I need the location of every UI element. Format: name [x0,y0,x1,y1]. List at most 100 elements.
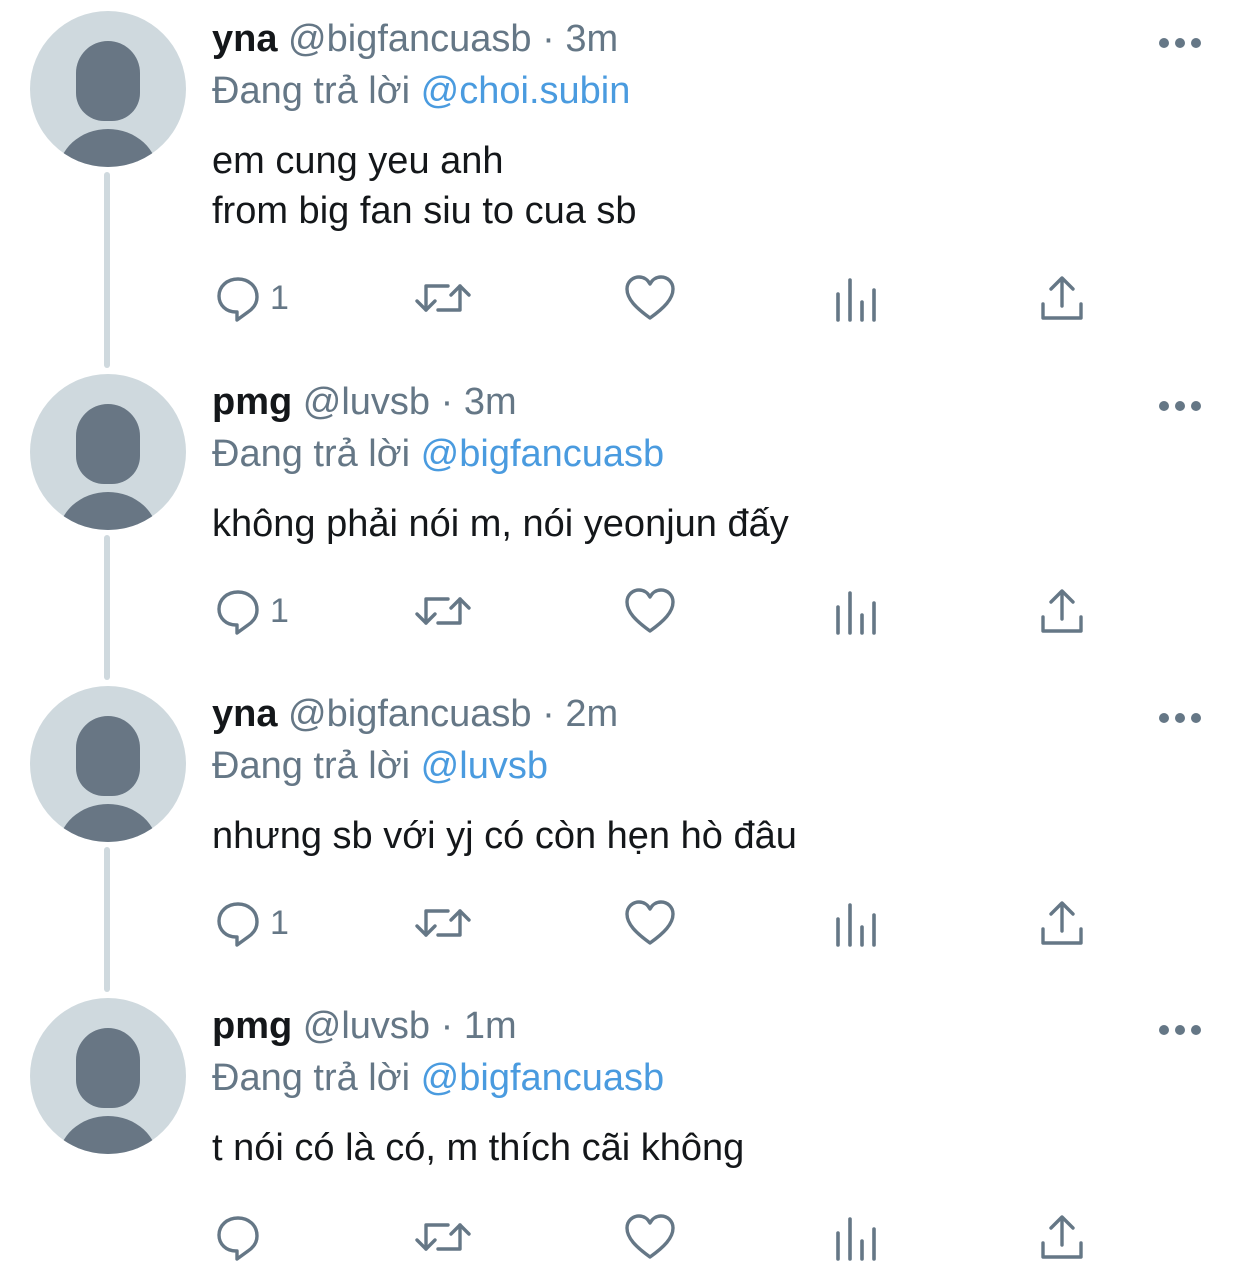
analytics-button[interactable] [834,581,878,641]
more-icon[interactable] [1158,36,1202,48]
reply-count: 1 [270,903,289,942]
avatar[interactable] [30,998,186,1154]
tweet-header: yna @bigfancuasb · 2m [212,691,618,737]
analytics-button[interactable] [834,893,878,953]
tweet-text-line: không phải nói m, nói yeonjun đấy [212,503,789,545]
share-icon [1040,587,1084,635]
reply-count: 1 [270,591,289,630]
analytics-button[interactable] [834,1207,878,1267]
avatar-shoulders [58,804,158,842]
tweet-header: pmg @luvsb · 1m [212,1003,517,1049]
share-button[interactable] [1040,1207,1084,1267]
user-handle[interactable]: @luvsb [303,381,430,423]
avatar-head [76,1028,140,1108]
avatar[interactable] [30,11,186,167]
mention-link[interactable]: @luvsb [421,745,548,787]
avatar-head [76,716,140,796]
share-button[interactable] [1040,268,1084,328]
tweet[interactable]: yna @bigfancuasb · 3m Đang trả lời @choi… [0,0,1242,322]
reply-button[interactable]: 1 [214,893,289,953]
timestamp[interactable]: 3m [565,18,618,60]
reply-button[interactable] [214,1207,270,1267]
like-icon [624,587,676,635]
reply-button[interactable]: 1 [214,268,289,328]
share-button[interactable] [1040,893,1084,953]
tweet-text-line: from big fan siu to cua sb [212,190,637,232]
action-bar: 1 [0,581,1242,641]
like-button[interactable] [624,268,676,328]
retweet-icon [414,587,472,635]
replying-to-label: Đang trả lời [212,1057,411,1099]
separator: · [542,693,555,735]
retweet-button[interactable] [414,268,472,328]
analytics-icon [834,587,878,635]
like-button[interactable] [624,581,676,641]
avatar-shoulders [58,492,158,530]
timestamp[interactable]: 1m [464,1005,517,1047]
retweet-icon [414,1213,472,1261]
separator: · [542,18,555,60]
analytics-icon [834,899,878,947]
separator: · [440,1005,454,1047]
tweet-text: em cung yeu anh from big fan siu to cua … [212,136,637,236]
reply-button[interactable]: 1 [214,581,289,641]
share-icon [1040,274,1084,322]
avatar[interactable] [30,686,186,842]
timestamp[interactable]: 3m [464,381,517,423]
replying-to: Đang trả lời @bigfancuasb [212,431,664,477]
analytics-icon [834,274,878,322]
avatar-head [76,404,140,484]
tweet[interactable]: pmg @luvsb · 1m Đang trả lời @bigfancuas… [0,987,1242,1266]
mention-link[interactable]: @bigfancuasb [421,433,665,475]
avatar-shoulders [58,129,158,167]
display-name[interactable]: pmg [212,1005,292,1047]
like-button[interactable] [624,1207,676,1267]
avatar-shoulders [58,1116,158,1154]
replying-to-label: Đang trả lời [212,433,411,475]
share-button[interactable] [1040,581,1084,641]
replying-to: Đang trả lời @choi.subin [212,68,630,114]
tweet-text: t nói có là có, m thích cãi không [212,1123,744,1173]
retweet-icon [414,899,472,947]
reply-icon [214,274,262,322]
analytics-icon [834,1213,878,1261]
display-name[interactable]: pmg [212,381,292,423]
retweet-icon [414,274,472,322]
reply-count: 1 [270,278,289,317]
tweet-header: pmg @luvsb · 3m [212,379,517,425]
tweet-text-line: em cung yeu anh [212,140,504,182]
replying-to: Đang trả lời @bigfancuasb [212,1055,664,1101]
retweet-button[interactable] [414,581,472,641]
tweet[interactable]: pmg @luvsb · 3m Đang trả lời @bigfancuas… [0,363,1242,675]
share-icon [1040,1213,1084,1261]
replying-to-label: Đang trả lời [212,745,411,787]
display-name[interactable]: yna [212,693,277,735]
user-handle[interactable]: @bigfancuasb [288,693,532,735]
mention-link[interactable]: @choi.subin [421,70,631,112]
replying-to-label: Đang trả lời [212,70,411,112]
user-handle[interactable]: @bigfancuasb [288,18,532,60]
retweet-button[interactable] [414,1207,472,1267]
analytics-button[interactable] [834,268,878,328]
more-icon[interactable] [1158,711,1202,723]
separator: · [440,381,454,423]
user-handle[interactable]: @luvsb [303,1005,430,1047]
like-icon [624,899,676,947]
tweet-text-line: t nói có là có, m thích cãi không [212,1127,745,1169]
reply-icon [214,899,262,947]
tweet-header: yna @bigfancuasb · 3m [212,16,618,62]
more-icon[interactable] [1158,399,1202,411]
tweet-text: không phải nói m, nói yeonjun đấy [212,499,789,549]
reply-icon [214,587,262,635]
tweet[interactable]: yna @bigfancuasb · 2m Đang trả lời @luvs… [0,675,1242,987]
timestamp[interactable]: 2m [565,693,618,735]
avatar-head [76,41,140,121]
action-bar: 1 [0,893,1242,953]
avatar[interactable] [30,374,186,530]
more-icon[interactable] [1158,1023,1202,1035]
display-name[interactable]: yna [212,18,277,60]
action-bar [0,1207,1242,1267]
like-button[interactable] [624,893,676,953]
retweet-button[interactable] [414,893,472,953]
mention-link[interactable]: @bigfancuasb [421,1057,665,1099]
